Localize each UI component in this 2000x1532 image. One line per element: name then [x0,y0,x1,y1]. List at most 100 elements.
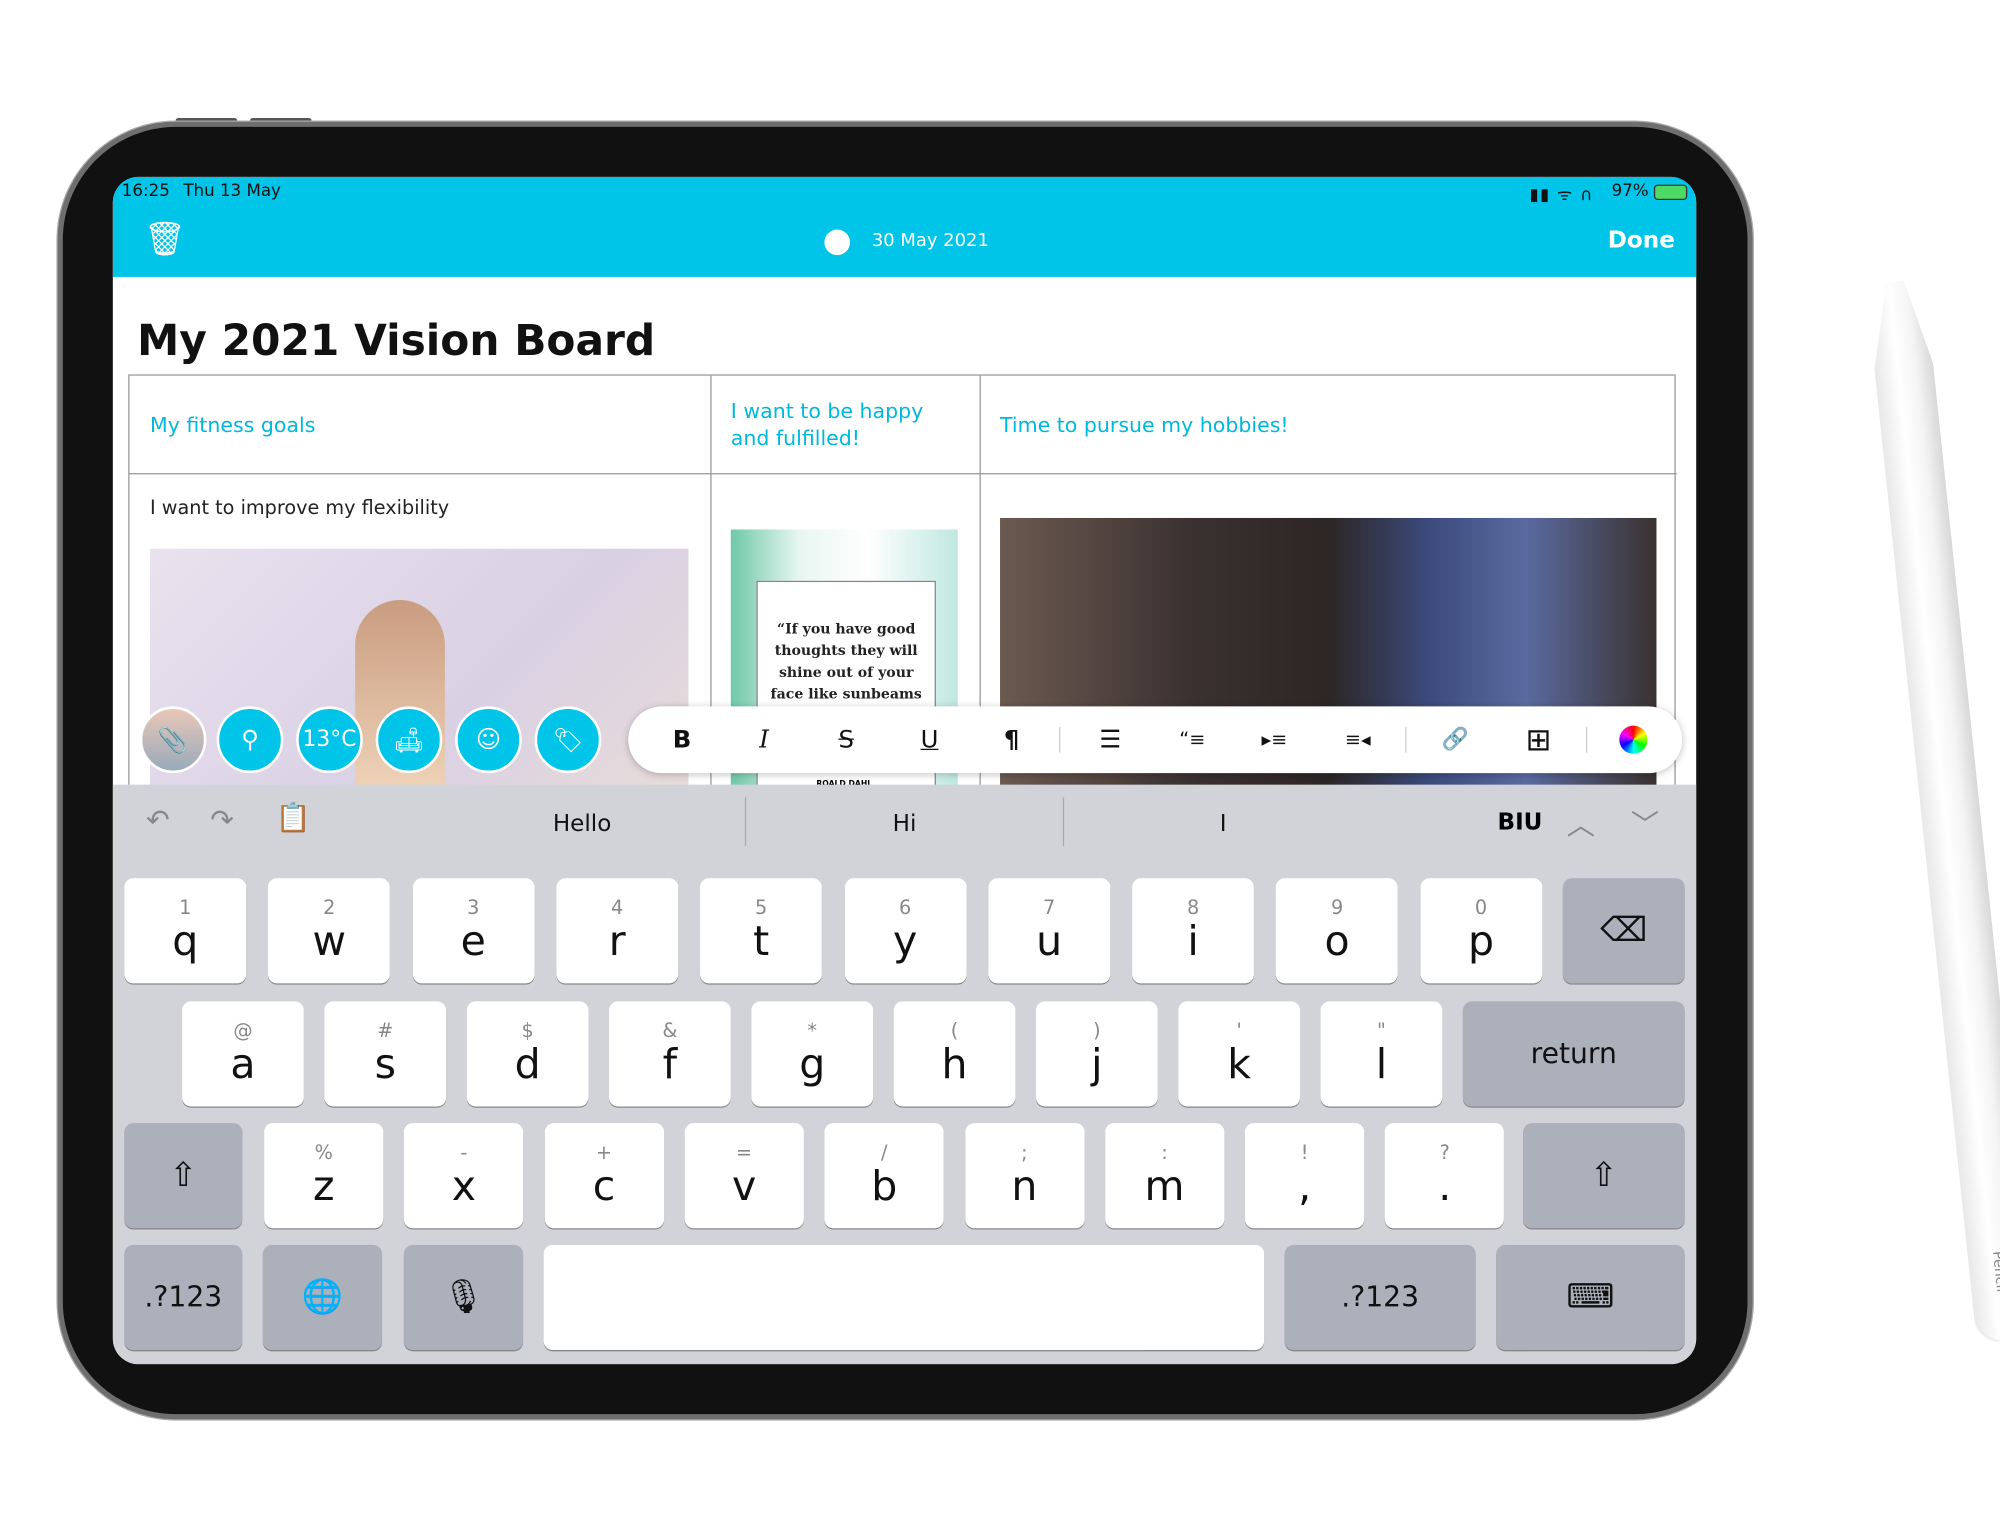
mood-button[interactable]: ☺ [455,706,522,774]
reminder-date[interactable]: 30 May 2021 [872,231,989,252]
key-t[interactable]: 5t [700,878,823,984]
key-y[interactable]: 6y [844,878,967,984]
weather-button[interactable]: 13°C [296,706,363,774]
key-char: t [753,916,770,966]
key-i[interactable]: 8i [1132,878,1255,984]
biu-format-button[interactable]: BIU [1497,809,1542,836]
key-s[interactable]: # s [324,1001,447,1107]
suggestion-1[interactable]: Hello [421,785,744,862]
key-char: u [1036,916,1063,966]
key-a[interactable]: @ a [182,1001,304,1107]
key-u[interactable]: 7u [988,878,1111,984]
key-b[interactable]: / b [824,1123,944,1229]
key-e[interactable]: 3e [412,878,535,984]
key-p[interactable]: 0p [1420,878,1542,984]
heading-happy[interactable]: I want to be happy and fulfilled! [731,397,962,451]
chevron-down-icon[interactable]: ﹀ [1631,803,1659,844]
heading-hobbies[interactable]: Time to pursue my hobbies! [1000,412,1289,439]
key-j[interactable]: ) j [1035,1001,1158,1107]
redo-icon[interactable]: ↷ [210,805,234,837]
key-alt-char: 2 [323,896,336,920]
key-z[interactable]: % z [264,1123,384,1229]
status-time: 16:25 [121,182,170,202]
dictation-key[interactable]: 🎙 [403,1244,524,1351]
trash-icon[interactable]: 🗑 [144,221,186,259]
location-button[interactable]: ⚲ [216,706,284,774]
done-button[interactable]: Done [1608,227,1675,254]
key-k[interactable]: ' k [1178,1001,1301,1107]
sofa-icon: 🛋 [393,726,425,755]
numbers-key-left[interactable]: .?123 [124,1244,243,1351]
tag-icon: 🏷 [552,726,584,755]
key-alt-char: + [595,1141,613,1165]
key-char: f [662,1039,678,1089]
return-key[interactable]: return [1462,1001,1685,1107]
key-w[interactable]: 2w [268,878,391,984]
screen: 16:25 Thu 13 May ▮▮ ᯤ ∩ 97% 🗑 30 May 202… [112,176,1697,1365]
key-char: x [451,1161,476,1211]
key-char: g [799,1039,826,1089]
key-l[interactable]: " l [1320,1001,1443,1107]
bullet-list-icon[interactable]: ☰ [1085,706,1136,773]
activity-button[interactable]: 🛋 [375,706,443,774]
quote-icon[interactable]: “≡ [1167,706,1218,773]
key-o[interactable]: 9o [1276,878,1398,984]
toolbar-separator [1059,726,1061,753]
location-pin-icon: ⚲ [241,725,259,754]
microphone-icon: 🎙 [442,1278,485,1317]
key-n[interactable]: ; n [964,1123,1085,1229]
strikethrough-icon[interactable]: S [821,706,872,773]
key-.[interactable]: ?. [1385,1123,1505,1229]
underline-icon[interactable]: U [904,706,955,773]
fitness-body-text[interactable]: I want to improve my flexibility [150,496,449,519]
key-v[interactable]: = v [684,1123,804,1229]
key-alt-char: - [460,1141,468,1165]
paste-icon[interactable]: 📋 [276,803,311,835]
key-m[interactable]: :m [1104,1123,1225,1229]
key-alt-char: 7 [1043,896,1056,920]
italic-icon[interactable]: I [738,706,789,773]
space-key[interactable] [543,1244,1265,1351]
suggestion-3[interactable]: I [1064,785,1382,862]
key-alt-char: ; [1021,1141,1028,1165]
key-r[interactable]: 4r [556,878,679,984]
indent-icon[interactable]: ▸≡ [1249,706,1300,773]
key-char: w [312,916,347,966]
key-char: p [1468,916,1495,966]
numbers-key-right[interactable]: .?123 [1284,1244,1476,1351]
key-c[interactable]: + c [544,1123,664,1229]
backspace-key[interactable]: ⌫ [1562,878,1685,984]
pencil-label: Pencil [1989,1250,2000,1293]
paperclip-button[interactable]: 📎 [139,706,207,774]
key-alt-char: 8 [1186,896,1200,920]
heading-fitness[interactable]: My fitness goals [150,412,315,439]
tag-button[interactable]: 🏷 [534,706,602,774]
key-q[interactable]: 1q [124,878,247,984]
key-,[interactable]: !, [1245,1123,1365,1229]
key-x[interactable]: -x [404,1123,524,1229]
shift-key-left[interactable]: ⇧ [124,1123,243,1229]
key-h[interactable]: (h [893,1001,1016,1107]
page-title[interactable]: My 2021 Vision Board [137,315,655,365]
undo-icon[interactable]: ↶ [146,805,170,837]
table-icon[interactable]: ⊞ [1513,706,1564,773]
shift-icon: ⇧ [1589,1156,1618,1195]
key-d[interactable]: $ d [466,1001,589,1107]
header-bar: 16:25 Thu 13 May ▮▮ ᯤ ∩ 97% 🗑 30 May 202… [112,176,1697,277]
key-char: y [893,916,918,966]
bold-icon[interactable]: B [656,706,707,773]
key-alt-char: " [1377,1019,1386,1043]
chevron-up-icon[interactable]: ︿ [1567,803,1595,844]
globe-key[interactable]: 🌐 [262,1244,383,1351]
suggestion-2[interactable]: Hi [746,785,1063,862]
key-f[interactable]: & f [608,1001,731,1107]
color-wheel-icon[interactable] [1619,725,1648,754]
link-icon[interactable]: 🔗 [1430,706,1481,773]
clock-icon[interactable] [824,229,851,256]
paragraph-icon[interactable]: ¶ [986,706,1037,773]
key-g[interactable]: * g [751,1001,874,1107]
shift-key-right[interactable]: ⇧ [1523,1123,1685,1229]
dismiss-keyboard-key[interactable]: ⌨ [1496,1244,1685,1351]
outdent-icon[interactable]: ≡◂ [1332,706,1383,773]
key-alt-char: 4 [611,896,624,920]
